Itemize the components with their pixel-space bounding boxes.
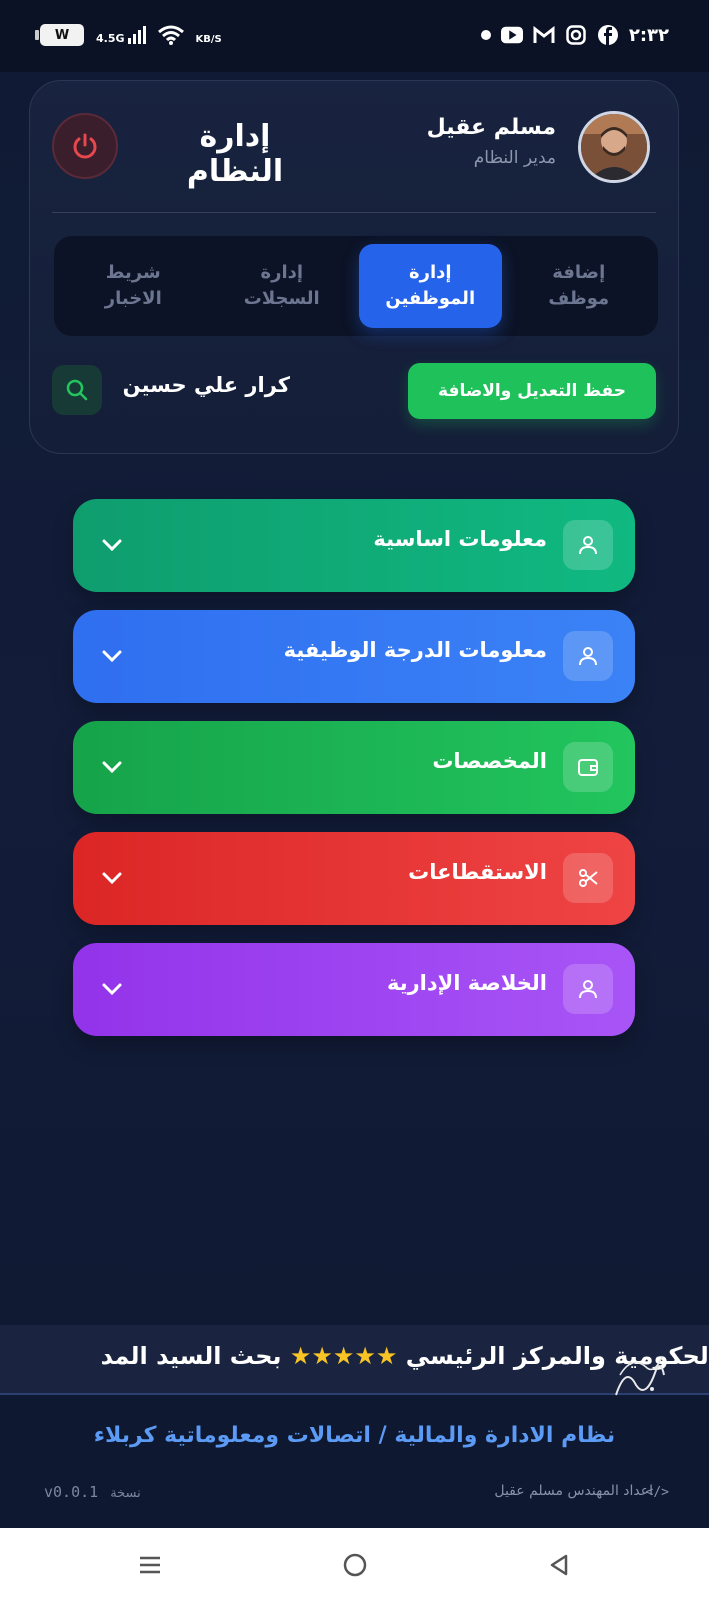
status-left: W 4.5G KB/S (35, 24, 222, 46)
power-icon (73, 133, 97, 159)
tab-bar: إضافة موظف إدارة الموظفين إدارة السجلات شري… (54, 236, 658, 336)
section-label: المخصصات (432, 749, 547, 773)
tab-add-employee[interactable]: إضافة موظف (508, 244, 651, 328)
header-card: إدارة النظام مسلم عقيل مدير النظام إضافة… (29, 80, 679, 454)
tab-manage-records[interactable]: إدارة السجلات (211, 244, 354, 328)
search-icon (66, 379, 88, 401)
tab-manage-employees[interactable]: إدارة الموظفين (359, 244, 502, 328)
signal-icon (127, 26, 146, 44)
chevron-down-icon (102, 872, 122, 885)
section-grade-info[interactable]: معلومات الدرجة الوظيفية (73, 610, 635, 703)
user-name: مسلم عقيل (426, 115, 556, 140)
section-allowances[interactable]: المخصصات (73, 721, 635, 814)
user-role: مدير النظام (473, 148, 556, 168)
star-icons: ★★★★★ (289, 1342, 398, 1370)
news-ticker: الحكومية والمركز الرئيسي ★★★★★ بحث السيد… (0, 1325, 709, 1395)
network-indicator: 4.5G (96, 26, 146, 44)
wallet-icon (563, 742, 613, 792)
version-number: v0.0.1 (44, 1483, 99, 1501)
instagram-icon (565, 24, 587, 46)
home-circle-icon (343, 1553, 367, 1577)
speed-unit: KB/S (195, 33, 222, 45)
header-divider (52, 212, 656, 213)
back-button[interactable] (544, 1550, 574, 1580)
logout-button[interactable] (52, 113, 118, 179)
battery-icon: W (35, 24, 84, 46)
user-info: مسلم عقيل مدير النظام (427, 115, 556, 168)
system-name: نظام الادارة والمالية / اتصالات ومعلومات… (93, 1423, 616, 1448)
section-label: معلومات اساسية (373, 527, 547, 551)
facebook-icon (597, 24, 619, 46)
home-button[interactable] (340, 1550, 370, 1580)
clock: ٢:٣٢ (628, 24, 669, 46)
section-label: معلومات الدرجة الوظيفية (283, 638, 547, 662)
gmail-icon (533, 24, 555, 46)
notification-dot-icon (480, 30, 491, 40)
chevron-down-icon (102, 650, 122, 663)
search-button[interactable] (52, 365, 102, 415)
user-icon (563, 631, 613, 681)
status-right: ٢:٣٢ (480, 24, 669, 46)
status-bar: W 4.5G KB/S ٢:٣٢ (0, 0, 709, 72)
version-info: v0.0.1 نسخة (44, 1483, 141, 1501)
chevron-down-icon (102, 761, 122, 774)
footer: نظام الادارة والمالية / اتصالات ومعلومات… (0, 1397, 709, 1528)
selected-employee-name: كرار علي حسين (122, 373, 290, 397)
section-basic-info[interactable]: معلومات اساسية (73, 499, 635, 592)
ticker-fade (0, 1325, 60, 1393)
user-icon (563, 520, 613, 570)
scissors-icon (563, 853, 613, 903)
section-deductions[interactable]: الاستقطاعات (73, 832, 635, 925)
developer-credit: اعداد المهندس مسلم عقيل (494, 1483, 653, 1499)
wifi-icon (157, 25, 184, 45)
recent-apps-button[interactable] (135, 1550, 165, 1580)
youtube-icon (500, 24, 523, 46)
section-label: الاستقطاعات (408, 860, 547, 884)
page-title: إدارة النظام (186, 119, 284, 189)
network-type: 4.5G (96, 32, 125, 45)
menu-icon (140, 1556, 160, 1574)
chevron-down-icon (102, 983, 122, 996)
avatar[interactable] (578, 111, 650, 183)
user-icon (563, 964, 613, 1014)
section-label: الخلاصة الإدارية (386, 971, 547, 995)
sections-accordion: معلومات اساسية معلومات الدرجة الوظيفية ا… (73, 499, 635, 1054)
code-icon: </> (645, 1485, 669, 1500)
version-label: نسخة (110, 1486, 141, 1501)
section-admin-summary[interactable]: الخلاصة الإدارية (73, 943, 635, 1036)
back-triangle-icon (550, 1554, 568, 1576)
save-button[interactable]: حفظ التعديل والاضافة (408, 363, 656, 419)
system-nav-bar (0, 1528, 709, 1600)
chevron-down-icon (102, 539, 122, 552)
tab-news-ticker[interactable]: شريط الاخبار (62, 244, 205, 328)
